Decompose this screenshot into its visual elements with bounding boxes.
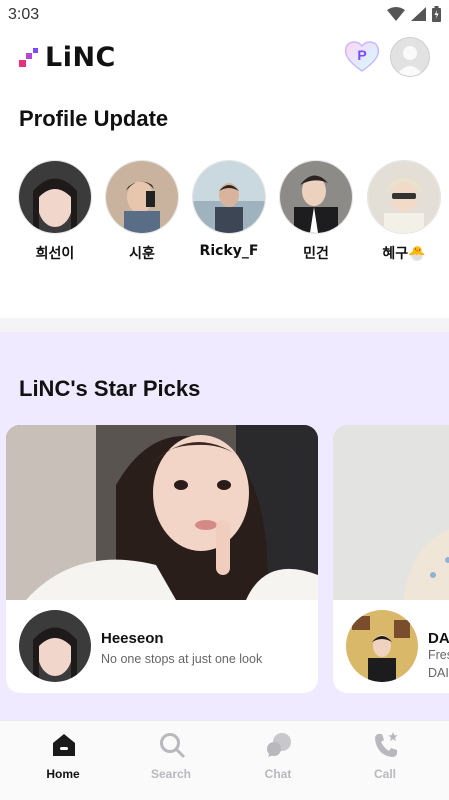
card-photo (6, 425, 318, 600)
profile-item[interactable]: 민건 (279, 160, 353, 263)
profile-name: 희선이 (35, 246, 75, 262)
profile-update-row: 희선이 시훈 Ricky_F 민건 혜구🐣 (0, 160, 449, 270)
nav-chat[interactable]: Chat (222, 721, 334, 800)
wifi-icon (387, 7, 405, 21)
profile-avatar (105, 160, 179, 234)
linc-logo: LiNC (19, 42, 116, 73)
card-name: Heeseon (101, 630, 164, 647)
home-icon (53, 734, 75, 756)
profile-item[interactable]: Ricky_F (192, 160, 266, 259)
nav-label: Chat (264, 767, 292, 781)
card-avatar (19, 610, 91, 682)
nav-label: Call (373, 767, 396, 781)
status-icons (387, 6, 441, 22)
profile-avatar (18, 160, 92, 234)
battery-icon (432, 6, 441, 22)
profile-avatar (367, 160, 441, 234)
card-avatar (346, 610, 418, 682)
status-time: 3:03 (8, 6, 40, 23)
card-name: DA (428, 630, 449, 647)
profile-avatar (192, 160, 266, 234)
nav-call[interactable]: Call (329, 721, 441, 800)
star-picks-title: LiNC's Star Picks (19, 376, 201, 401)
profile-item[interactable]: 희선이 (18, 160, 92, 263)
default-avatar-icon (396, 46, 424, 76)
profile-item[interactable]: 혜구🐣 (367, 160, 441, 263)
section-divider (0, 318, 449, 332)
search-icon (160, 733, 185, 758)
profile-name: Ricky_F (199, 243, 259, 259)
star-picks-section: LiNC's Star Picks Heeseon No one stops a… (0, 332, 449, 720)
profile-update-title: Profile Update (19, 106, 169, 131)
logo-mark-icon (19, 47, 38, 67)
profile-name: 민건 (303, 246, 329, 262)
profile-name: 시훈 (129, 246, 155, 262)
profile-name: 혜구🐣 (382, 246, 426, 262)
star-pick-card[interactable]: Heeseon No one stops at just one look (6, 425, 318, 693)
nav-label: Home (46, 767, 80, 781)
points-label: P (357, 47, 366, 63)
card-description-line2: DAI (428, 666, 449, 680)
call-icon (375, 732, 398, 757)
heart-points-icon: P (344, 41, 380, 72)
nav-label: Search (150, 767, 192, 781)
nav-home[interactable]: Home (7, 721, 119, 800)
card-description: No one stops at just one look (101, 652, 263, 666)
profile-avatar (279, 160, 353, 234)
nav-search[interactable]: Search (115, 721, 227, 800)
points-button[interactable]: P (343, 38, 381, 74)
profile-item[interactable]: 시훈 (105, 160, 179, 263)
bottom-nav: Home Search Chat Call (0, 720, 449, 800)
card-photo (333, 425, 449, 600)
card-description: Fres (428, 648, 449, 662)
signal-icon (411, 7, 426, 21)
app-header: LiNC P (0, 30, 449, 86)
status-bar: 3:03 (0, 0, 449, 30)
logo-text: LiNC (45, 42, 116, 73)
chat-icon (267, 733, 291, 757)
my-avatar-button[interactable] (390, 37, 430, 77)
star-pick-card[interactable]: DA Fres DAI (333, 425, 449, 693)
